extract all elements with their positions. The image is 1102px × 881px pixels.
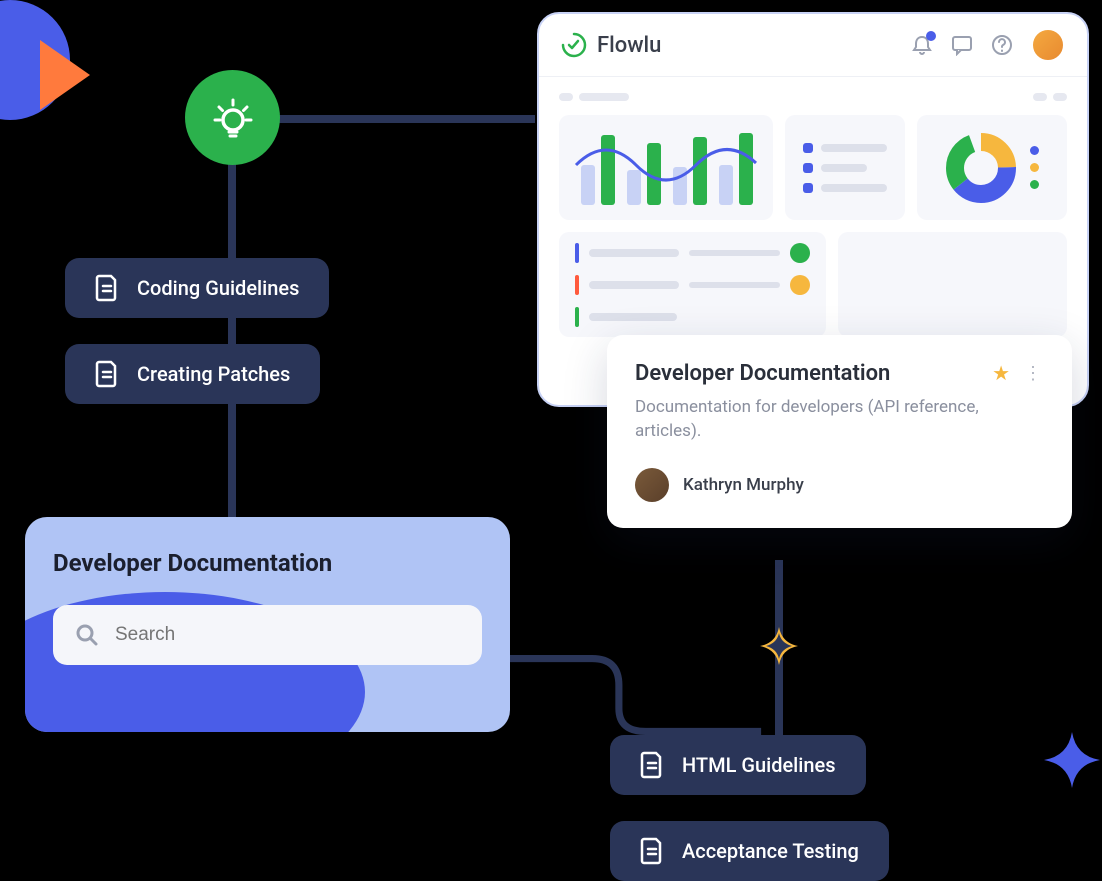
search-icon (75, 623, 99, 647)
widget-bar-chart[interactable] (559, 115, 773, 220)
search-box[interactable] (53, 605, 482, 665)
document-icon (95, 360, 119, 388)
star-icon[interactable]: ★ (992, 361, 1010, 385)
app-header: Flowlu (539, 14, 1087, 77)
donut-legend (1030, 146, 1039, 189)
knowledge-card-patches[interactable]: Creating Patches (65, 344, 320, 404)
doc-preview-card[interactable]: Developer Documentation ★ ⋮ Documentatio… (607, 335, 1072, 528)
notifications-button[interactable] (911, 34, 933, 56)
widget-list[interactable] (785, 115, 905, 220)
app-body (539, 77, 1087, 365)
sparkle-icon (758, 625, 800, 667)
decorative-sparkle-icon (1042, 730, 1102, 790)
donut-chart-icon (946, 133, 1016, 203)
knowledge-card-acceptance[interactable]: Acceptance Testing (610, 821, 889, 881)
widget-donut-chart[interactable] (917, 115, 1067, 220)
author-avatar (635, 468, 669, 502)
doc-panel-title: Developer Documentation (53, 549, 482, 577)
more-icon[interactable]: ⋮ (1024, 363, 1044, 384)
doc-card-author: Kathryn Murphy (635, 468, 1044, 502)
search-input[interactable] (115, 624, 460, 646)
chat-button[interactable] (951, 34, 973, 56)
doc-card-title: Developer Documentation (635, 361, 890, 386)
notification-dot (926, 31, 936, 41)
knowledge-card-coding[interactable]: Coding Guidelines (65, 258, 329, 318)
lightbulb-icon (209, 94, 257, 142)
doc-card-description: Documentation for developers (API refere… (635, 396, 1044, 444)
help-icon (991, 34, 1013, 56)
connector-line (275, 115, 535, 123)
card-label: Coding Guidelines (137, 276, 299, 300)
header-actions (911, 28, 1065, 62)
card-label: Creating Patches (137, 362, 290, 386)
card-label: Acceptance Testing (682, 839, 859, 863)
document-icon (640, 751, 664, 779)
breadcrumb-placeholder (559, 93, 1067, 101)
brand-name: Flowlu (597, 33, 661, 58)
doc-search-panel: Developer Documentation (25, 517, 510, 732)
widget-empty[interactable] (838, 232, 1067, 337)
knowledge-card-html[interactable]: HTML Guidelines (610, 735, 866, 795)
idea-node (185, 70, 280, 165)
chat-icon (951, 34, 973, 56)
decorative-arrow-icon (40, 40, 90, 110)
document-icon (95, 274, 119, 302)
app-logo[interactable]: Flowlu (561, 32, 661, 58)
mini-chart-icon (571, 125, 761, 210)
user-avatar[interactable] (1031, 28, 1065, 62)
card-label: HTML Guidelines (682, 753, 836, 777)
widget-tasks[interactable] (559, 232, 826, 337)
author-name: Kathryn Murphy (683, 475, 804, 495)
help-button[interactable] (991, 34, 1013, 56)
logo-icon (561, 32, 587, 58)
document-icon (640, 837, 664, 865)
